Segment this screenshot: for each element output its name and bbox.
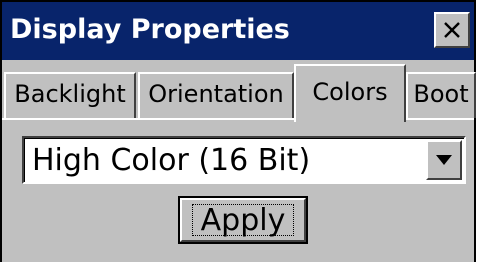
apply-button[interactable]: Apply <box>178 196 308 244</box>
window-title: Display Properties <box>10 14 290 45</box>
dropdown-arrow-button[interactable] <box>426 140 462 180</box>
color-depth-dropdown[interactable]: High Color (16 Bit) <box>22 136 466 184</box>
close-button[interactable] <box>434 12 470 48</box>
tab-strip: Backlight Orientation Colors Boot <box>2 60 476 122</box>
tab-orientation[interactable]: Orientation <box>138 72 294 118</box>
chevron-down-icon <box>436 155 452 165</box>
color-depth-value: High Color (16 Bit) <box>32 143 311 178</box>
apply-button-face: Apply <box>180 198 306 242</box>
display-properties-window: Display Properties Backlight Orientation… <box>0 0 476 262</box>
apply-button-label: Apply <box>192 204 294 237</box>
title-bar[interactable]: Display Properties <box>2 2 474 60</box>
close-icon <box>444 22 460 38</box>
tab-boot[interactable]: Boot <box>406 72 476 118</box>
tab-backlight[interactable]: Backlight <box>4 72 136 118</box>
tab-colors[interactable]: Colors <box>294 64 406 122</box>
